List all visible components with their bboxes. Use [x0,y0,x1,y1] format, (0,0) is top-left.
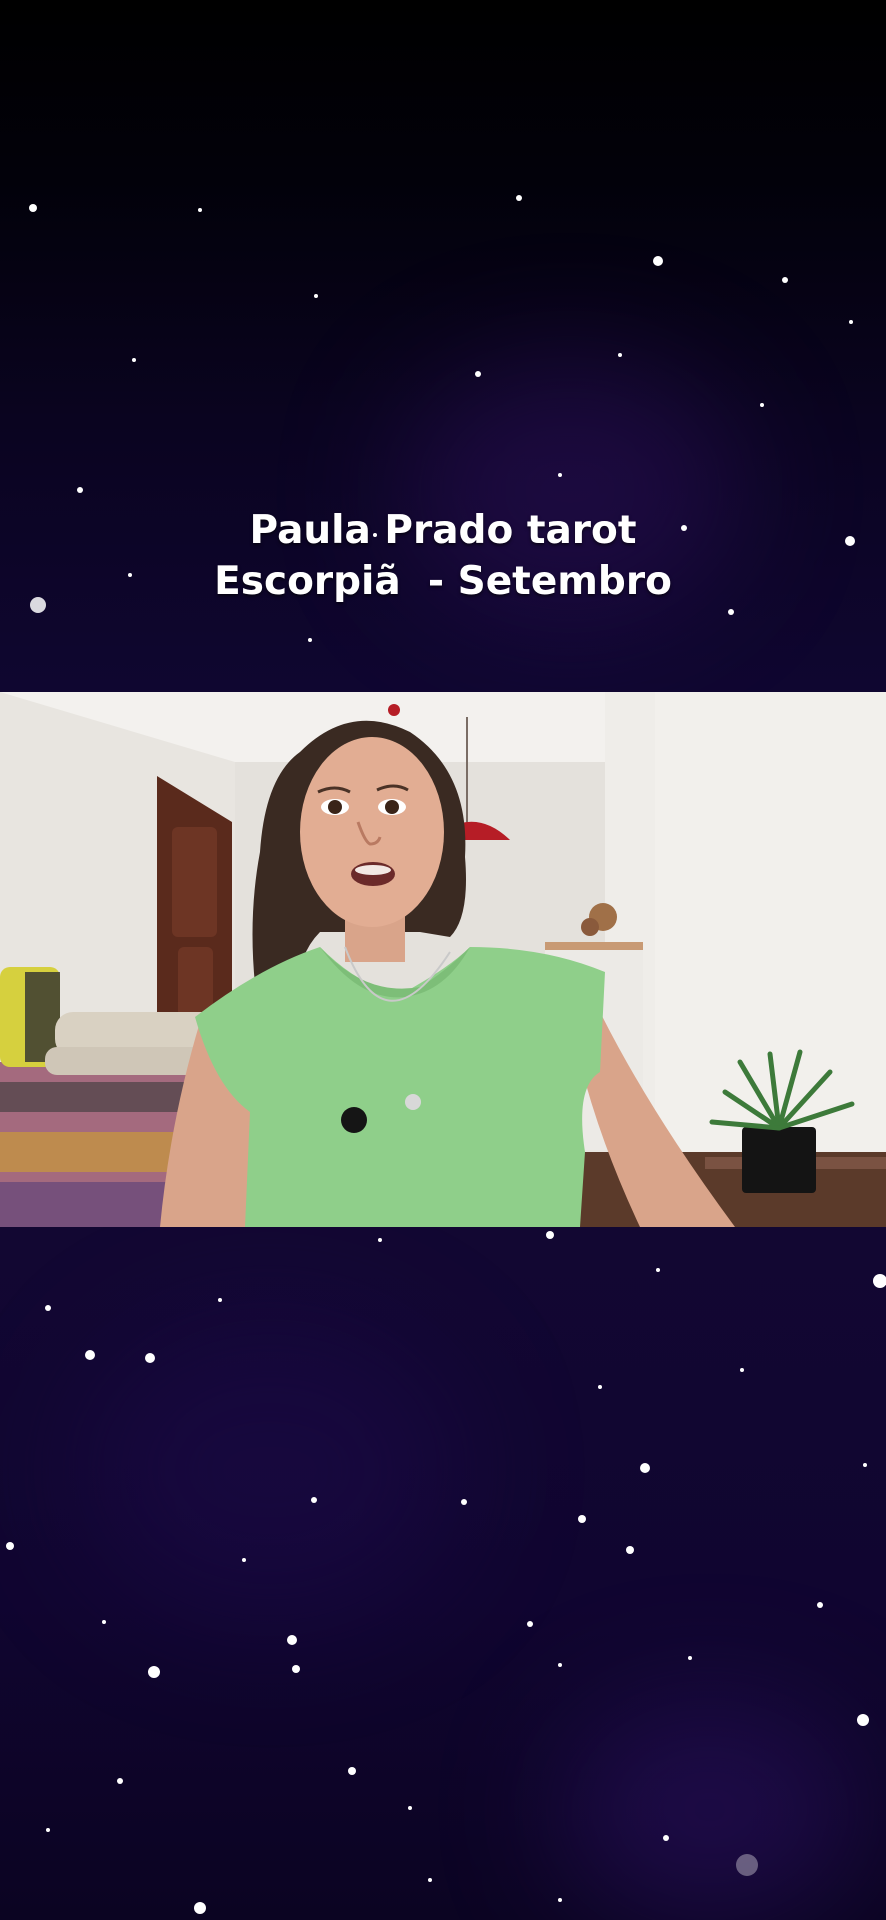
caption-title: Paula Prado tarot [249,508,637,553]
caption-subtitle: Escorpiã - Setembro [214,559,672,604]
video-frame[interactable]: Paula Prado tarot Escorpiã - Setembro [0,0,886,1920]
video-scene [0,692,886,1227]
video-content[interactable] [0,692,886,1227]
video-caption: Paula Prado tarot Escorpiã - Setembro [0,505,886,607]
